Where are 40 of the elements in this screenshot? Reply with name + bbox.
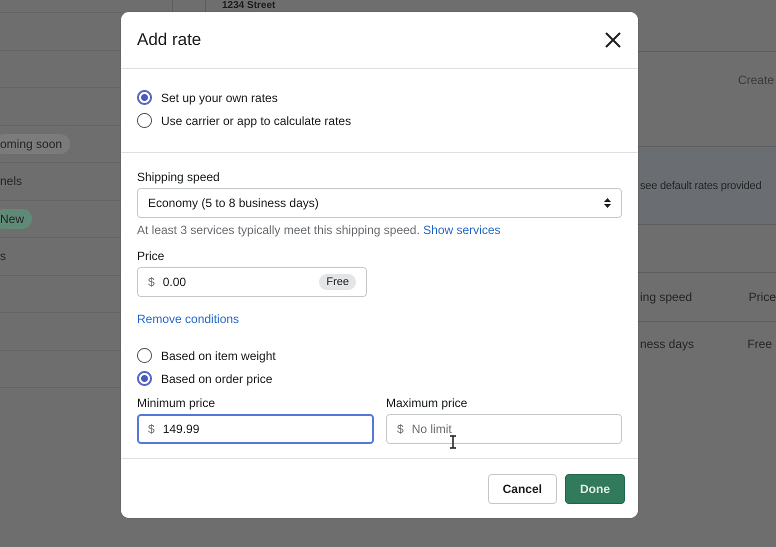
price-field[interactable]: $ 149.99 xyxy=(137,414,374,444)
sidebar-item: nels xyxy=(0,174,22,188)
radio-label: Use carrier or app to calculate rates xyxy=(161,114,352,128)
radio-button[interactable] xyxy=(137,348,152,363)
radio-label: Set up your own rates xyxy=(161,90,278,104)
text-cursor-icon xyxy=(449,435,457,449)
free-badge: Free xyxy=(319,274,356,290)
remove-conditions-link[interactable]: Remove conditions xyxy=(137,312,622,326)
price-field[interactable]: $ No limit xyxy=(386,414,622,444)
column-header: ing speed xyxy=(640,290,694,304)
radio-option[interactable]: Based on item weight xyxy=(137,344,622,367)
address-text: 1234 Street xyxy=(222,0,276,11)
help-text: At least 3 services typically meet this shipping speed. Show services xyxy=(137,223,502,237)
select-arrows-icon xyxy=(604,198,611,208)
status-badge: New xyxy=(0,208,32,229)
price-field[interactable]: $ 0.00 Free xyxy=(137,267,367,297)
field-label: Maximum price xyxy=(386,396,468,410)
field-label: Price xyxy=(137,249,166,263)
radio-button[interactable] xyxy=(137,90,152,105)
table-cell-text: ness days xyxy=(640,337,696,351)
banner-text: see default rates provided xyxy=(640,180,762,192)
table-cell-text: Free xyxy=(747,337,773,351)
status-badge: oming soon xyxy=(0,134,70,154)
radio-label: Based on order price xyxy=(161,372,272,386)
column-header: Price xyxy=(748,290,776,304)
sidebar-item: s xyxy=(0,249,6,264)
close-button[interactable] xyxy=(604,31,622,49)
radio-label: Based on item weight xyxy=(161,348,276,362)
show-services-link[interactable]: Show services xyxy=(423,223,501,237)
shipping-speed-select[interactable]: Economy (5 to 8 business days) xyxy=(137,188,622,218)
radio-button[interactable] xyxy=(137,113,152,128)
radio-button[interactable] xyxy=(137,371,152,386)
done-button[interactable]: Done xyxy=(565,474,625,504)
dialog-title: Add rate xyxy=(137,30,202,50)
cancel-button[interactable]: Cancel xyxy=(488,474,557,504)
field-label: Shipping speed xyxy=(137,170,221,184)
radio-option[interactable]: Use carrier or app to calculate rates xyxy=(137,109,622,132)
field-label: Minimum price xyxy=(137,396,216,410)
radio-option[interactable]: Set up your own rates xyxy=(137,86,622,109)
radio-option[interactable]: Based on order price xyxy=(137,367,622,390)
